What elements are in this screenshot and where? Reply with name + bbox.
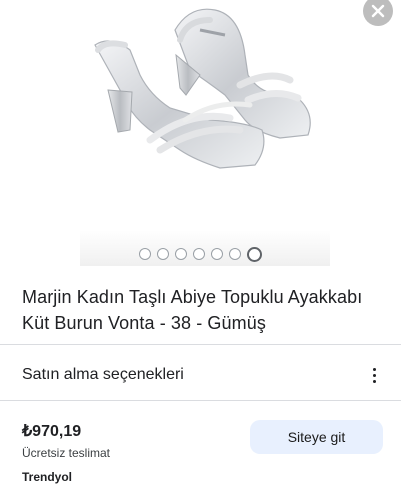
product-image[interactable]	[0, 0, 401, 268]
close-icon	[371, 4, 385, 18]
more-vert-icon	[372, 379, 376, 383]
more-vert-icon	[372, 373, 376, 377]
gallery-pagination	[0, 246, 401, 262]
gallery-dot[interactable]	[157, 248, 169, 260]
sandal-image	[94, 8, 311, 169]
more-vert-icon	[372, 367, 376, 371]
product-title: Marjin Kadın Taşlı Abiye Topuklu Ayakkab…	[22, 287, 363, 333]
gallery-dot[interactable]	[139, 248, 151, 260]
price: ₺970,19	[22, 423, 82, 440]
purchase-options-row: Satın alma seçenekleri	[0, 354, 401, 396]
gallery-dot[interactable]	[211, 248, 223, 260]
seller-name[interactable]: Trendyol	[22, 470, 72, 484]
gallery-dot[interactable]	[193, 248, 205, 260]
gallery-dot[interactable]	[175, 248, 187, 260]
gallery-dot[interactable]	[229, 248, 241, 260]
more-options-button[interactable]	[362, 362, 386, 388]
gallery-dot-active[interactable]	[247, 246, 262, 262]
purchase-options-label: Satın alma seçenekleri	[22, 366, 184, 383]
divider	[0, 344, 401, 345]
divider	[0, 400, 401, 401]
offer-card: ₺970,19 Ücretsiz teslimat Trendyol Sitey…	[0, 408, 401, 490]
visit-site-button[interactable]: Siteye git	[250, 420, 383, 454]
shipping-info: Ücretsiz teslimat	[22, 446, 111, 460]
